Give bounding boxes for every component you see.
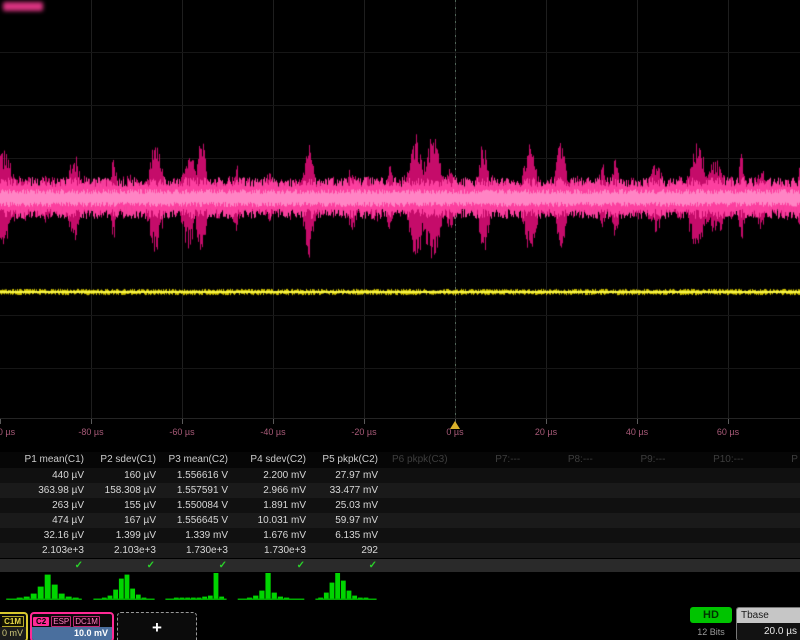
time-axis-label: -100 µs [0,427,15,437]
timebase-descriptor[interactable]: Tbase 20.0 µs [736,607,800,640]
time-axis-tick [364,419,365,424]
measurement-header[interactable]: P4 sdev(C2) [232,452,310,468]
timebase-per-div: 20.0 µs [737,623,800,640]
trigger-position-marker[interactable] [450,421,460,429]
measurement-row: 263 µV155 µV1.550084 V1.891 mV25.03 mV [0,498,800,513]
measurement-value: 25.03 mV [310,498,382,513]
time-axis-tick [273,419,274,424]
measurement-histicon[interactable] [0,573,88,601]
bottom-descriptor-bar: C1M 0 mV C2 ESP DC1M 10.0 mV + HD 12 Bit… [0,604,800,640]
measurement-header[interactable]: P5 pkpk(C2) [310,452,382,468]
measurement-histicon[interactable] [160,573,232,601]
measurement-header[interactable]: P2 sdev(C1) [88,452,160,468]
channel-c2-descriptor[interactable]: C2 ESP DC1M 10.0 mV [30,612,114,640]
measurement-value: 1.556645 V [160,513,232,528]
measurement-row: 32.16 µV1.399 µV1.339 mV1.676 mV6.135 mV [0,528,800,543]
oscilloscope-screen: -100 µs-80 µs-60 µs-40 µs-20 µs0 µs20 µs… [0,0,800,640]
measurement-status-check: ✓ [232,559,310,572]
c2-volts-per-div: 10.0 mV [32,627,112,640]
time-axis-tick [728,419,729,424]
hd-mode-badge[interactable]: HD [690,607,732,623]
measurement-header-row: P1 mean(C1)P2 sdev(C1)P3 mean(C2)P4 sdev… [0,452,800,468]
add-trace-button[interactable]: + [117,612,197,640]
measurement-histicons-row [0,573,800,601]
measurement-value: 1.399 µV [88,528,160,543]
c2-esp-badge: ESP [51,616,71,627]
time-axis-label: -40 µs [260,427,285,437]
measurement-header-unused[interactable]: P10:--- [713,452,744,468]
measurement-row: 440 µV160 µV1.556616 V2.200 mV27.97 mV [0,468,800,483]
time-axis-tick [0,419,1,424]
top-left-trace-annotation [3,2,43,11]
time-axis-label: 40 µs [626,427,648,437]
measurement-row: 363.98 µV158.308 µV1.557591 V2.966 mV33.… [0,483,800,498]
time-axis-label: -60 µs [169,427,194,437]
measurement-header-unused[interactable]: P [791,452,798,468]
measurement-header-unused[interactable]: P7:--- [495,452,520,468]
measurement-histicon[interactable] [310,573,382,601]
measurement-value: 1.557591 V [160,483,232,498]
measurement-value: 1.676 mV [232,528,310,543]
c1-coupling-badge: C1M [2,616,24,627]
measurement-value: 2.966 mV [232,483,310,498]
measurement-value: 1.550084 V [160,498,232,513]
time-axis-tick [546,419,547,424]
channel-c1-descriptor[interactable]: C1M 0 mV [0,612,28,640]
time-axis: -100 µs-80 µs-60 µs-40 µs-20 µs0 µs20 µs… [0,418,800,451]
measurement-value: 27.97 mV [310,468,382,483]
measurement-value: 6.135 mV [310,528,382,543]
measurement-value: 1.730e+3 [160,543,232,558]
measurement-value: 2.103e+3 [0,543,88,558]
c2-coupling-badge: DC1M [73,616,100,627]
time-axis-label: 60 µs [717,427,739,437]
measurement-header[interactable]: P3 mean(C2) [160,452,232,468]
c2-channel-badge: C2 [33,617,49,626]
measurement-value: 1.730e+3 [232,543,310,558]
waveform-canvas[interactable] [0,0,800,420]
measurement-value: 474 µV [0,513,88,528]
time-axis-label: -80 µs [78,427,103,437]
measurement-value: 33.477 mV [310,483,382,498]
measurement-status-row: ✓✓✓✓✓ [0,559,800,572]
measurement-row: 2.103e+32.103e+31.730e+31.730e+3292 [0,543,800,558]
measurement-row: 474 µV167 µV1.556645 V10.031 mV59.97 mV [0,513,800,528]
measurement-value: 2.103e+3 [88,543,160,558]
unused-measurement-slots: P6 pkpk(C3) P7:--- P8:--- P9:--- P10:--- P [392,452,798,468]
measurement-histicon[interactable] [232,573,310,601]
measurement-header[interactable]: P1 mean(C1) [0,452,88,468]
measurement-value: 155 µV [88,498,160,513]
c1-volts-per-div: 0 mV [0,627,26,640]
measurement-status-check: ✓ [88,559,160,572]
measurement-value: 1.339 mV [160,528,232,543]
waveform-grid-area[interactable] [0,0,800,420]
measurement-value: 158.308 µV [88,483,160,498]
time-axis-tick [637,419,638,424]
time-axis-tick [182,419,183,424]
measurement-histicon[interactable] [88,573,160,601]
measurement-value: 167 µV [88,513,160,528]
measurement-status-check: ✓ [160,559,232,572]
measurement-table: P1 mean(C1)P2 sdev(C1)P3 mean(C2)P4 sdev… [0,452,800,601]
measurement-status-check: ✓ [310,559,382,572]
measurement-value: 440 µV [0,468,88,483]
measurement-value: 59.97 mV [310,513,382,528]
measurement-header-unused[interactable]: P9:--- [640,452,665,468]
time-axis-label: -20 µs [351,427,376,437]
time-axis-label: 20 µs [535,427,557,437]
measurement-value: 263 µV [0,498,88,513]
measurement-value: 292 [310,543,382,558]
time-axis-tick [91,419,92,424]
measurement-value: 32.16 µV [0,528,88,543]
measurement-value: 1.556616 V [160,468,232,483]
measurement-value: 160 µV [88,468,160,483]
measurement-header-unused[interactable]: P8:--- [568,452,593,468]
measurement-value: 363.98 µV [0,483,88,498]
measurement-header-unused[interactable]: P6 pkpk(C3) [392,452,448,468]
measurement-value: 2.200 mV [232,468,310,483]
measurement-value: 10.031 mV [232,513,310,528]
measurement-status-check: ✓ [0,559,88,572]
resolution-bits-label: 12 Bits [684,627,738,637]
timebase-title: Tbase [737,608,800,623]
measurement-value: 1.891 mV [232,498,310,513]
